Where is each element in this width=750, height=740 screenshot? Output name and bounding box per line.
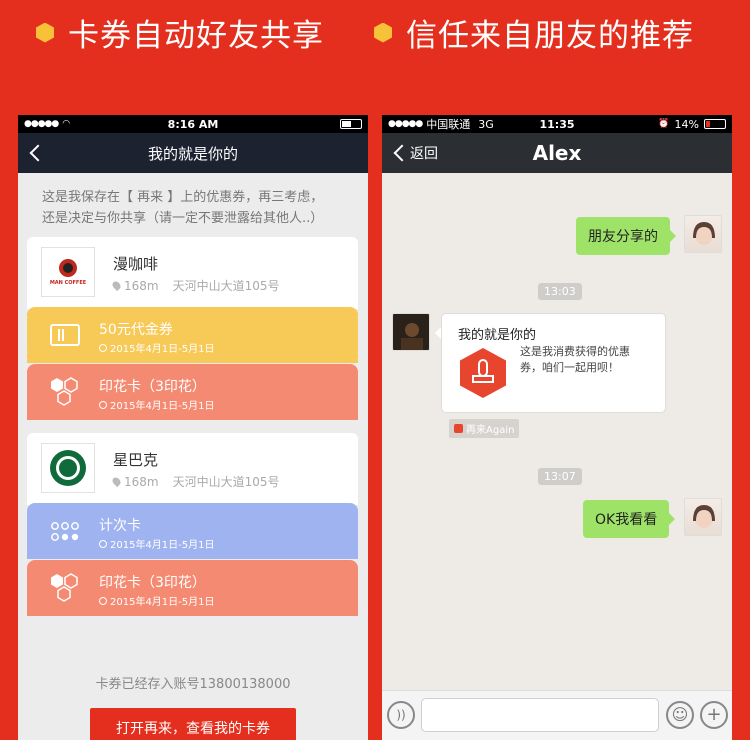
coupon-date-text: 2015年4月1日-5月1日: [110, 344, 215, 355]
coupon-date: 2015年4月1日-5月1日: [99, 397, 215, 412]
avatar[interactable]: [684, 215, 722, 253]
shared-card-message[interactable]: 我的就是你的 这是我消费获得的优惠券，咱们一起用呗！: [435, 313, 666, 413]
voice-icon: )): [396, 708, 406, 722]
coupon-cash[interactable]: 50元代金券 2015年4月1日-5月1日: [24, 307, 361, 363]
add-button[interactable]: +: [700, 701, 728, 729]
message-bubble[interactable]: OK我看看: [583, 500, 676, 538]
right-phone-screen: ●●●●● 中国联通 3G 11:35 ⏰ 14% 返回 Alex 朋友分享的 …: [382, 115, 732, 740]
battery-icon: [340, 119, 362, 129]
headline-right-text: 信任来自朋友的推荐: [406, 18, 694, 54]
coupon-title: 计次卡: [99, 518, 141, 534]
nav-bar: 返回 Alex: [382, 133, 732, 173]
coupon-date: 2015年4月1日-5月1日: [99, 593, 215, 608]
battery-icon: [704, 119, 726, 129]
coupon-stamp-card[interactable]: 印花卡（3印花） 2015年4月1日-5月1日: [27, 364, 358, 420]
headline-left-text: 卡券自动好友共享: [68, 18, 324, 54]
nav-title: 我的就是你的: [147, 144, 238, 163]
source-tag[interactable]: 再来Again: [449, 419, 520, 438]
starbucks-logo-icon: [50, 450, 86, 486]
logo-text: MAN COFFEE: [49, 280, 87, 286]
headline-banner: 卡券自动好友共享 信任来自朋友的推荐: [0, 0, 750, 60]
merchant-card[interactable]: MAN COFFEE 漫咖啡 168m 天河中山大道105号: [27, 237, 358, 309]
status-time: 8:16 AM: [167, 117, 219, 131]
clock-icon: [99, 539, 107, 548]
merchant-address: 天河中山大道105号: [172, 475, 280, 489]
network-type: 3G: [478, 117, 494, 131]
open-app-button[interactable]: 打开再来，查看我的卡券: [90, 708, 296, 740]
merchant-logo: [41, 443, 95, 493]
location-pin-icon: [110, 279, 123, 292]
hexagons-icon: [51, 377, 78, 406]
headline-left: 卡券自动好友共享: [36, 10, 324, 55]
back-button[interactable]: [28, 133, 47, 173]
merchant-address: 天河中山大道105号: [172, 279, 280, 293]
headline-right: 信任来自朋友的推荐: [374, 10, 694, 55]
message-bubble[interactable]: 朋友分享的: [576, 217, 676, 255]
battery-percent: 14%: [674, 117, 699, 131]
smiley-icon: ☺: [671, 705, 689, 724]
hexagon-bullet-icon: [374, 22, 392, 43]
saved-note: 卡券已经存入账号13800138000: [95, 677, 291, 692]
ticket-icon: [50, 324, 80, 346]
intro-line-1: 这是我保存在【 再来 】上的优惠券，再三考虑，: [42, 190, 324, 205]
merchant-logo: MAN COFFEE: [41, 247, 95, 297]
hexagons-icon: [51, 573, 78, 602]
clock-icon: [99, 596, 107, 605]
left-phone-screen: ●●●●● ◠ 8:16 AM 我的就是你的 这是我保存在【 再来 】上的优惠券，…: [18, 115, 368, 740]
merchant-address-line: 168m 天河中山大道105号: [110, 277, 280, 294]
intro-line-2: 还是决定与你共享（请一定不要泄露给其他人..）: [42, 211, 324, 226]
coupon-date-text: 2015年4月1日-5月1日: [110, 597, 215, 608]
avatar[interactable]: [684, 498, 722, 536]
coupon-count-card[interactable]: 计次卡 2015年4月1日-5月1日: [27, 503, 358, 559]
merchant-card[interactable]: 星巴克 168m 天河中山大道105号: [27, 433, 358, 505]
card-description: 这是我消费获得的优惠券，咱们一起用呗！: [520, 345, 630, 374]
timestamp: 13:03: [538, 283, 582, 300]
carrier: 中国联通: [426, 118, 471, 131]
merchant-name: 漫咖啡: [113, 255, 159, 273]
card-title: 我的就是你的: [458, 328, 537, 343]
status-bar: ●●●●● ◠ 8:16 AM: [18, 115, 368, 133]
signal-icon: ●●●●●: [24, 119, 59, 129]
emoji-button[interactable]: ☺: [666, 701, 694, 729]
merchant-distance: 168m: [124, 474, 159, 489]
hexagon-bullet-icon: [36, 22, 54, 43]
back-button[interactable]: 返回: [392, 133, 438, 173]
man-coffee-logo-icon: [59, 259, 77, 277]
nav-bar: 我的就是你的: [18, 133, 368, 173]
merchant-distance: 168m: [124, 278, 159, 293]
coupon-date: 2015年4月1日-5月1日: [99, 340, 215, 355]
message-input[interactable]: [421, 698, 659, 732]
avatar[interactable]: [392, 313, 430, 351]
coupon-date-text: 2015年4月1日-5月1日: [110, 401, 215, 412]
timestamp: 13:07: [538, 468, 582, 485]
chevron-left-icon: [393, 144, 411, 162]
coupon-title: 印花卡（3印花）: [99, 379, 206, 395]
stamp-icon: [460, 348, 506, 398]
chevron-left-icon: [29, 144, 47, 162]
wifi-icon: ◠: [62, 119, 71, 129]
status-bar: ●●●●● 中国联通 3G 11:35 ⏰ 14%: [382, 115, 732, 133]
merchant-address-line: 168m 天河中山大道105号: [110, 473, 280, 490]
plus-icon: +: [706, 704, 722, 725]
dots-icon: [51, 522, 79, 541]
location-pin-icon: [110, 475, 123, 488]
merchant-name: 星巴克: [113, 451, 159, 469]
coupon-date-text: 2015年4月1日-5月1日: [110, 540, 215, 551]
app-logo-icon: [454, 424, 463, 433]
clock-icon: [99, 343, 107, 352]
coupon-title: 印花卡（3印花）: [99, 575, 206, 591]
signal-icon: ●●●●●: [388, 119, 423, 129]
source-label: 再来Again: [466, 425, 515, 436]
clock-icon: [99, 400, 107, 409]
coupon-date: 2015年4月1日-5月1日: [99, 536, 215, 551]
alarm-icon: ⏰: [658, 119, 670, 129]
voice-button[interactable]: )): [387, 701, 415, 729]
chat-title: Alex: [532, 141, 582, 165]
back-label: 返回: [410, 146, 438, 162]
chat-input-bar: )) ☺ +: [382, 690, 732, 740]
coupon-stamp-card[interactable]: 印花卡（3印花） 2015年4月1日-5月1日: [27, 560, 358, 616]
coupon-title: 50元代金券: [99, 322, 173, 338]
